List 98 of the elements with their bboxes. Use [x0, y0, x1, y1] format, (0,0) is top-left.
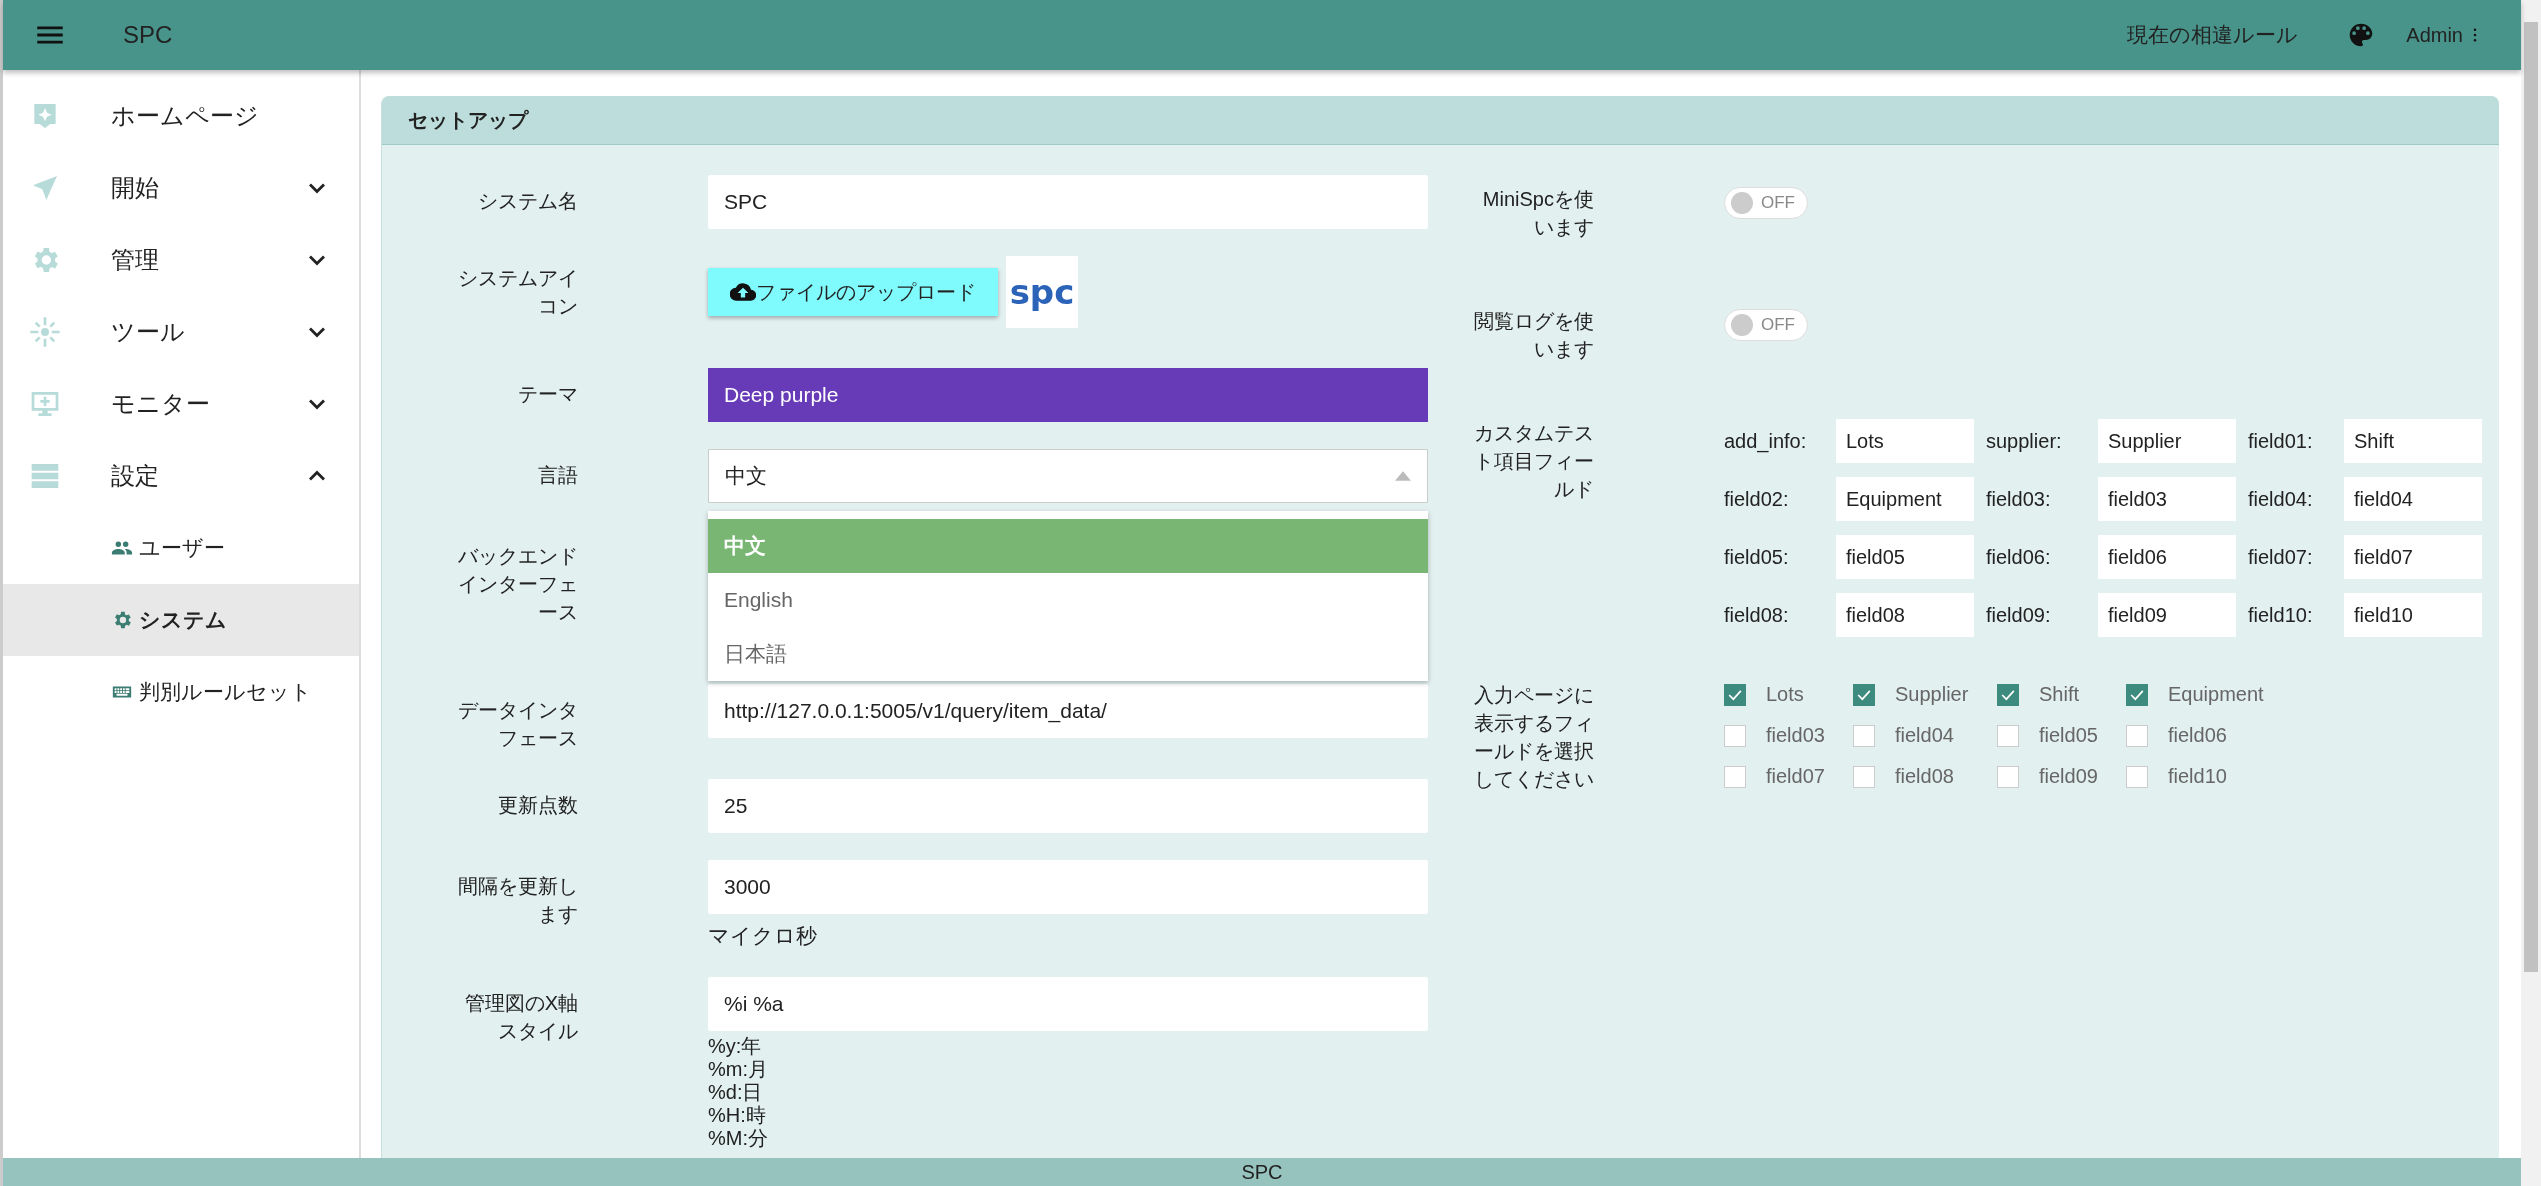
checkbox-label: field07 [1766, 765, 1825, 788]
caret-up-icon [1395, 471, 1411, 481]
checkbox[interactable] [2126, 683, 2148, 706]
language-select[interactable]: 中文 [708, 449, 1428, 503]
checkbox[interactable] [1997, 765, 2019, 788]
text-field[interactable]: Lots [1836, 419, 1974, 463]
field-key: field08: [1724, 603, 1824, 627]
text-field[interactable]: field04 [2344, 477, 2482, 521]
dropdown-option[interactable]: English [708, 573, 1428, 627]
app-title: SPC [123, 21, 173, 49]
checkbox-label: Shift [2039, 683, 2080, 706]
text-field[interactable]: field05 [1836, 535, 1974, 579]
toggle-switch[interactable]: OFF [1724, 309, 1808, 341]
text-field[interactable]: 3000 [708, 860, 1428, 914]
text-field[interactable]: field10 [2344, 593, 2482, 637]
field-key: field04: [2248, 487, 2332, 511]
field-label: テーマ [517, 382, 578, 407]
nav-subitem[interactable]: 判別ルールセット [3, 656, 359, 728]
checkbox-label: field08 [1895, 765, 1954, 788]
field-label: 言語 [537, 463, 578, 488]
field-label: バックエンドインターフェース [457, 544, 578, 625]
format-hint: %M:分 [708, 1127, 769, 1150]
field-label: MiniSpcを使います [1481, 187, 1594, 240]
checkbox[interactable] [1853, 683, 1875, 706]
logo-preview: spc [1006, 256, 1078, 328]
field-label: カスタムテスト項目フィールド [1473, 421, 1594, 502]
field-key: field03: [1986, 487, 2086, 511]
text-field[interactable]: field08 [1836, 593, 1974, 637]
sparkle-icon [29, 316, 61, 348]
nav-subitem[interactable]: システム [3, 584, 359, 656]
field-label: 閲覧ログを使います [1473, 309, 1594, 362]
field-key: field05: [1724, 545, 1824, 569]
footer-text: SPC [1241, 1160, 1283, 1184]
format-hint: %y:年 [708, 1035, 763, 1058]
checkbox[interactable] [1997, 724, 2019, 747]
toggle-switch[interactable]: OFF [1724, 187, 1808, 219]
field-key: field01: [2248, 429, 2332, 453]
more-icon[interactable] [2473, 28, 2477, 42]
text-field[interactable]: field07 [2344, 535, 2482, 579]
text-field[interactable]: 25 [708, 779, 1428, 833]
format-hint: %H:時 [708, 1104, 767, 1127]
field-key: field09: [1986, 603, 2086, 627]
field-key: field07: [2248, 545, 2332, 569]
checkbox[interactable] [1853, 724, 1875, 747]
nav-subitem[interactable]: ユーザー [3, 512, 359, 584]
field-label: 管理図のX軸スタイル [463, 991, 578, 1044]
nav-item[interactable]: ツール [3, 296, 359, 368]
text-field[interactable]: %i %a [708, 977, 1428, 1031]
nav-item[interactable]: 開始 [3, 152, 359, 224]
field-key: field06: [1986, 545, 2086, 569]
scrollbar[interactable] [2521, 0, 2541, 1186]
text-field[interactable]: Shift [2344, 419, 2482, 463]
checkbox[interactable] [1724, 724, 1746, 747]
nav-item[interactable]: ホームページ [3, 80, 359, 152]
field-key: field10: [2248, 603, 2332, 627]
unit-text: マイクロ秒 [708, 923, 818, 949]
checkbox-label: field03 [1766, 724, 1825, 747]
field-key: add_info: [1724, 429, 1824, 453]
field-label: 間隔を更新します [457, 874, 578, 927]
format-hint: %m:月 [708, 1058, 769, 1081]
checkbox-label: field06 [2168, 724, 2227, 747]
text-field[interactable]: field06 [2098, 535, 2236, 579]
upload-button[interactable]: ファイルのアップロード [708, 268, 998, 316]
checkbox-label: field04 [1895, 724, 1954, 747]
checkbox[interactable] [1724, 765, 1746, 788]
text-field[interactable]: Equipment [1836, 477, 1974, 521]
checkbox[interactable] [1997, 683, 2019, 706]
rule-link[interactable]: 現在の相違ルール [2127, 21, 2299, 49]
field-key: supplier: [1986, 429, 2086, 453]
checkbox-label: Supplier [1895, 683, 1969, 706]
nav-item[interactable]: 管理 [3, 224, 359, 296]
field-label: 更新点数 [497, 793, 578, 818]
checkbox[interactable] [2126, 765, 2148, 788]
user-menu-button[interactable]: Admin [2406, 23, 2473, 47]
text-field[interactable]: http://127.0.0.1:5005/v1/query/item_data/ [708, 684, 1428, 738]
field-label: システムアイコン [457, 266, 578, 319]
checkbox-label: field09 [2039, 765, 2098, 788]
checkbox[interactable] [1853, 765, 1875, 788]
text-field[interactable]: field09 [2098, 593, 2236, 637]
checkbox[interactable] [1724, 683, 1746, 706]
field-label: システム名 [477, 189, 578, 214]
text-field[interactable]: SPC [708, 175, 1428, 229]
checkbox-label: field05 [2039, 724, 2098, 747]
checkbox-label: Lots [1766, 683, 1804, 706]
nav-item[interactable]: モニター [3, 368, 359, 440]
format-hint: %d:日 [708, 1081, 764, 1104]
checkbox-label: field10 [2168, 765, 2227, 788]
field-label: 入力ページに表示するフィールドを選択してください [1473, 683, 1594, 792]
card-title: セットアップ [408, 107, 528, 133]
text-field[interactable]: Supplier [2098, 419, 2236, 463]
dropdown-option[interactable]: 日本語 [708, 627, 1428, 681]
field-label: データインタフェース [457, 698, 578, 751]
checkbox-label: Equipment [2168, 683, 2264, 706]
text-field[interactable]: field03 [2098, 477, 2236, 521]
field-key: field02: [1724, 487, 1824, 511]
nav-item[interactable]: 設定 [3, 440, 359, 512]
theme-select[interactable]: Deep purple [708, 368, 1428, 422]
checkbox[interactable] [2126, 724, 2148, 747]
